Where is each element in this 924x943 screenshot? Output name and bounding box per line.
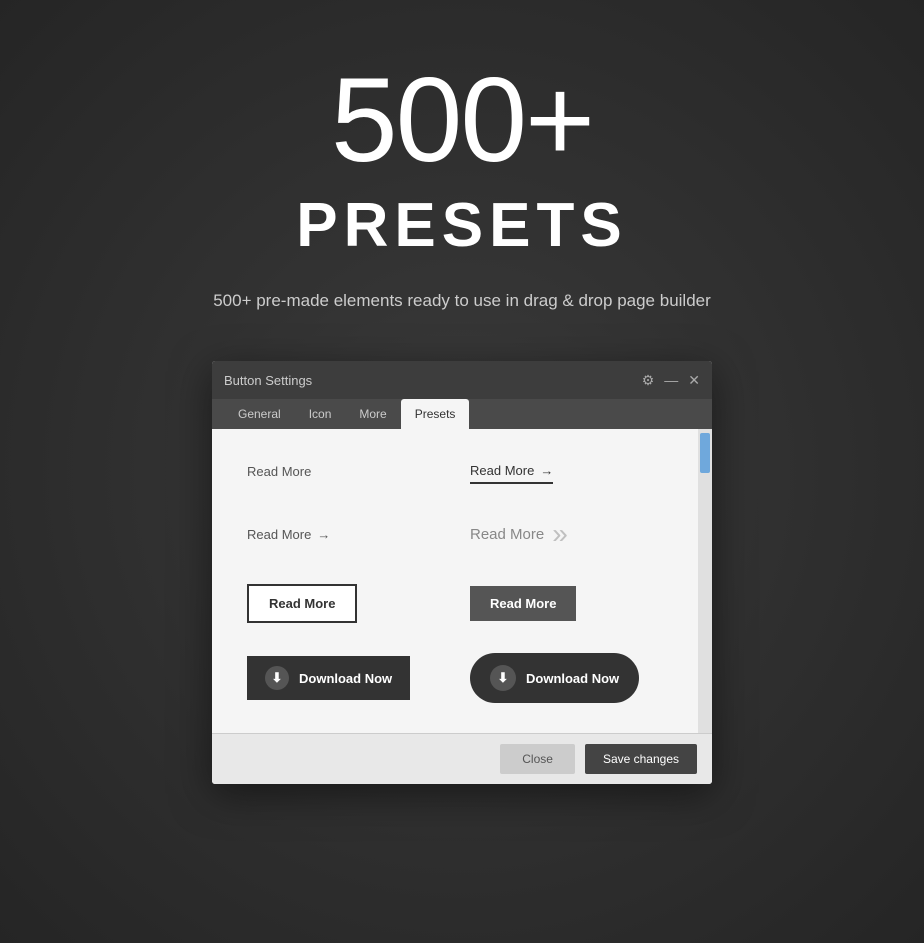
hero-subtitle: 500+ pre-made elements ready to use in d… xyxy=(213,291,711,311)
dialog-titlebar: Button Settings ⚙ — ✕ xyxy=(212,361,712,399)
preset-button-arrow-right[interactable]: Read More → xyxy=(247,523,330,546)
hero-number: 500+ xyxy=(331,60,593,180)
tab-general[interactable]: General xyxy=(224,399,295,429)
scrollbar-track[interactable] xyxy=(698,429,712,733)
scrollbar-thumb[interactable] xyxy=(700,433,710,473)
preset-button-double-arrow[interactable]: Read More » xyxy=(470,514,560,554)
preset-button-underline-arrow[interactable]: Read More → xyxy=(470,459,553,484)
close-button[interactable]: Close xyxy=(500,744,575,774)
download-icon-light: ⬇ xyxy=(265,666,289,690)
double-arrow-icon: » xyxy=(552,518,560,550)
preset-button-download-light[interactable]: ⬇ Download Now xyxy=(247,656,410,700)
preset-button-filled-dark[interactable]: Read More xyxy=(470,586,576,621)
btn-label: Read More xyxy=(470,463,534,478)
hero-title: PRESETS xyxy=(296,190,627,261)
save-button[interactable]: Save changes xyxy=(585,744,697,774)
dialog-controls: ⚙ — ✕ xyxy=(642,372,700,389)
preset-cell-plain-1: Read More xyxy=(232,449,455,494)
minimize-icon[interactable]: — xyxy=(664,372,678,388)
presets-scroll-area: Read More Read More → Read More → xyxy=(212,429,698,733)
arrow-icon: → xyxy=(540,463,553,478)
preset-button-outline-dark[interactable]: Read More xyxy=(247,584,357,623)
dialog-window: Button Settings ⚙ — ✕ General Icon More … xyxy=(212,361,712,784)
btn-label: Download Now xyxy=(299,671,392,686)
dialog-tabs: General Icon More Presets xyxy=(212,399,712,429)
dialog-title: Button Settings xyxy=(224,373,312,388)
preset-cell-download-light: ⬇ Download Now xyxy=(232,643,455,713)
presets-grid: Read More Read More → Read More → xyxy=(232,449,678,713)
arrow-icon: → xyxy=(317,527,330,542)
preset-cell-filled-dark: Read More xyxy=(455,574,678,633)
preset-button-download-dark[interactable]: ⬇ Download Now xyxy=(470,653,639,703)
tab-presets[interactable]: Presets xyxy=(401,399,470,429)
dialog-footer: Close Save changes xyxy=(212,733,712,784)
tab-icon[interactable]: Icon xyxy=(295,399,346,429)
settings-icon[interactable]: ⚙ xyxy=(642,372,655,389)
preset-cell-outline-dark: Read More xyxy=(232,574,455,633)
preset-cell-arrow-right: Read More → xyxy=(232,504,455,564)
dialog-content: Read More Read More → Read More → xyxy=(212,429,712,733)
tab-more[interactable]: More xyxy=(345,399,400,429)
preset-cell-download-dark: ⬇ Download Now xyxy=(455,643,678,713)
btn-label: Read More xyxy=(247,527,311,542)
btn-label: Read More xyxy=(470,526,544,543)
close-icon[interactable]: ✕ xyxy=(688,372,700,389)
download-icon-dark: ⬇ xyxy=(490,665,516,691)
btn-label: Download Now xyxy=(526,671,619,686)
preset-button-plain-text-1[interactable]: Read More xyxy=(247,460,311,483)
preset-cell-underline-arrow: Read More → xyxy=(455,449,678,494)
preset-cell-double-arrow: Read More » xyxy=(455,504,678,564)
